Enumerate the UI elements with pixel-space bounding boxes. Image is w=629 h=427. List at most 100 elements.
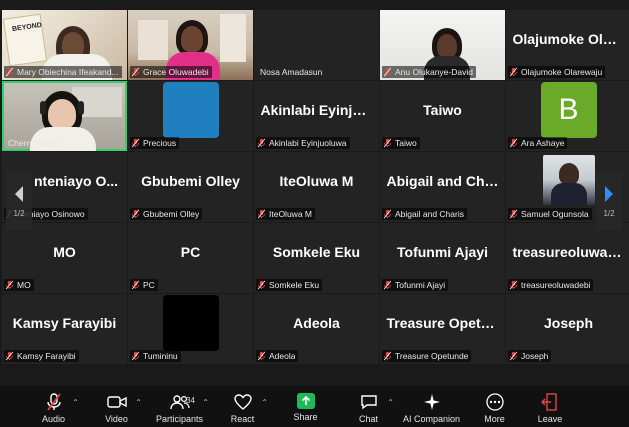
previous-page-button[interactable]: 1/2 xyxy=(6,172,32,230)
participant-tile[interactable]: IteOluwa M IteOluwa M xyxy=(254,152,379,222)
video-button[interactable]: Video ⌃ xyxy=(85,386,148,427)
audio-button[interactable]: Audio ⌃ xyxy=(22,386,85,427)
participant-name: Taiwo xyxy=(395,138,417,148)
participant-tile[interactable]: Grace Oluwadebi xyxy=(128,10,253,80)
tile-footer: Taiwo xyxy=(382,137,420,149)
tile-footer: Abigail and Charis xyxy=(382,208,467,220)
participant-tile[interactable]: Tofunmi Ajayi Tofunmi Ajayi xyxy=(380,223,505,293)
page-indicator: 1/2 xyxy=(13,208,25,218)
participant-name: treasureoluwadebi xyxy=(521,280,591,290)
tile-footer: PC xyxy=(130,279,158,291)
participant-tile[interactable]: Anu Olukanye-David xyxy=(380,10,505,80)
leave-button[interactable]: Leave xyxy=(526,386,574,427)
tile-footer: Gbubemi Olley xyxy=(130,208,203,220)
video-icon xyxy=(106,393,127,411)
participant-name: Precious xyxy=(143,138,177,148)
participant-grid: BEYOND Mary Obiechina Ifeakand... Grace … xyxy=(2,10,629,364)
participant-name: Anu Olukanye-David xyxy=(395,67,473,77)
participant-tile[interactable]: Gbubemi Olley Gbubemi Olley xyxy=(128,152,253,222)
participant-tile[interactable]: MO MO xyxy=(2,223,127,293)
chevron-left-icon xyxy=(15,185,23,202)
active-speaker-tile[interactable]: Cherry Wang xyxy=(2,81,127,151)
participant-display-name: Olajumoke Olar... xyxy=(512,31,627,47)
tile-footer: Nosa Amadasun xyxy=(256,66,325,78)
chevron-up-icon[interactable]: ⌃ xyxy=(135,398,142,407)
chat-label: Chat xyxy=(358,414,378,424)
chevron-up-icon[interactable]: ⌃ xyxy=(387,398,394,407)
participant-tile[interactable]: Nosa Amadasun xyxy=(254,10,379,80)
mic-muted-icon xyxy=(257,351,266,361)
sparkle-icon xyxy=(422,393,442,411)
participant-display-name: Gbubemi Olley xyxy=(141,173,240,189)
participant-tile[interactable]: Somkele Eku Somkele Eku xyxy=(254,223,379,293)
react-button[interactable]: React ⌃ xyxy=(211,386,274,427)
chevron-up-icon[interactable]: ⌃ xyxy=(72,398,79,407)
participant-display-name: Taiwo xyxy=(423,102,462,118)
participant-display-name: Abigail and Cha... xyxy=(386,173,502,189)
participant-tile[interactable]: Treasure Opetu... Treasure Opetunde xyxy=(380,294,505,364)
mic-muted-icon xyxy=(257,138,266,148)
participant-tile[interactable]: Adeola Adeola xyxy=(254,294,379,364)
participant-display-name: Treasure Opetu... xyxy=(386,315,501,331)
mic-muted-icon xyxy=(383,209,392,219)
mic-muted-icon xyxy=(509,280,518,290)
participant-display-name: Kamsy Farayibi xyxy=(12,315,117,331)
participant-tile[interactable]: Taiwo Taiwo xyxy=(380,81,505,151)
participant-name: IteOluwa M xyxy=(269,209,312,219)
participant-tile[interactable]: BEYOND Mary Obiechina Ifeakand... xyxy=(2,10,127,80)
ai-companion-button[interactable]: AI Companion xyxy=(400,386,463,427)
participant-display-name: Somkele Eku xyxy=(272,244,361,260)
chat-icon xyxy=(359,393,379,411)
mic-muted-icon xyxy=(5,351,14,361)
tile-footer: Anu Olukanye-David xyxy=(382,66,476,78)
audio-label: Audio xyxy=(41,414,66,424)
participant-tile[interactable]: Joseph Joseph xyxy=(506,294,629,364)
chevron-up-icon[interactable]: ⌃ xyxy=(261,398,268,407)
next-page-button[interactable]: 1/2 xyxy=(596,172,622,230)
participant-tile[interactable]: Kamsy Farayibi Kamsy Farayibi xyxy=(2,294,127,364)
participant-name: PC xyxy=(143,280,155,290)
mic-muted-icon xyxy=(131,138,140,148)
mic-muted-icon xyxy=(509,209,518,219)
participant-display-name: MO xyxy=(53,244,76,260)
participant-display-name: Adeola xyxy=(293,315,340,331)
page-indicator: 1/2 xyxy=(603,208,615,218)
participant-tile[interactable]: Abigail and Cha... Abigail and Charis xyxy=(380,152,505,222)
chevron-up-icon[interactable]: ⌃ xyxy=(202,398,209,407)
chat-button[interactable]: Chat ⌃ xyxy=(337,386,400,427)
mic-muted-icon xyxy=(5,280,14,290)
avatar xyxy=(162,82,219,138)
mic-muted-icon xyxy=(509,138,518,148)
mic-muted-icon xyxy=(383,67,392,77)
participants-count: 34 xyxy=(186,396,195,405)
participant-name: Grace Oluwadebi xyxy=(143,67,209,77)
share-button[interactable]: Share xyxy=(274,386,337,427)
participant-display-name: IteOluwa M xyxy=(279,173,354,189)
participant-tile[interactable]: PC PC xyxy=(128,223,253,293)
leave-icon xyxy=(540,393,560,411)
participant-display-name: Akinlabi Eyinju... xyxy=(260,102,373,118)
tile-footer: Mary Obiechina Ifeakand... xyxy=(4,66,122,78)
participant-tile[interactable]: Tumininu xyxy=(128,294,253,364)
participant-tile[interactable]: Olajumoke Olar... Olajumoke Olarewaju xyxy=(506,10,629,80)
tile-footer: treasureoluwadebi xyxy=(508,279,594,291)
participant-tile[interactable]: Precious xyxy=(128,81,253,151)
participant-display-name: treasureoluwad... xyxy=(512,244,628,260)
react-label: React xyxy=(230,414,255,424)
tile-footer: IteOluwa M xyxy=(256,208,315,220)
participants-button[interactable]: 34 Participants ⌃ xyxy=(148,386,211,427)
tile-footer: Joseph xyxy=(508,350,552,362)
meeting-toolbar: Audio ⌃ Video ⌃ 34 Participants ⌃ React … xyxy=(0,386,629,427)
ai-companion-label: AI Companion xyxy=(402,414,461,424)
participant-name: Mary Obiechina Ifeakand... xyxy=(17,67,119,77)
participant-display-name: Joseph xyxy=(543,315,593,331)
more-label: More xyxy=(484,414,505,424)
leave-label: Leave xyxy=(537,414,563,424)
more-button[interactable]: More xyxy=(463,386,526,427)
tile-footer: Olajumoke Olarewaju xyxy=(508,66,606,78)
participant-name: Cherry Wang xyxy=(8,138,58,148)
tile-footer: Tofunmi Ajayi xyxy=(382,279,449,291)
participant-tile[interactable]: B Ara Ashaye xyxy=(506,81,629,151)
participant-tile[interactable]: treasureoluwad... treasureoluwadebi xyxy=(506,223,629,293)
participant-tile[interactable]: Akinlabi Eyinju... Akinlabi Eyinjuoluwa xyxy=(254,81,379,151)
